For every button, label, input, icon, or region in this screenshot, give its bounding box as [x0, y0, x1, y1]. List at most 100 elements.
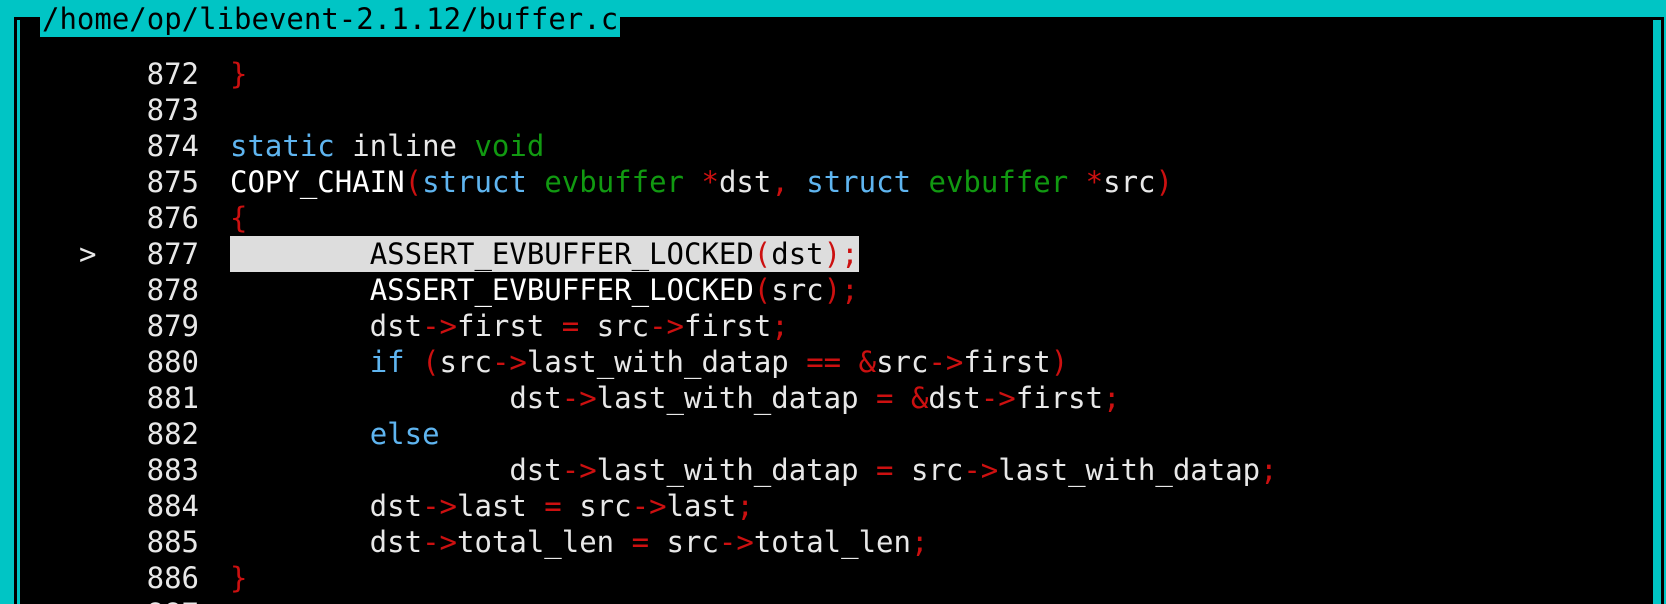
source-line[interactable]: 882 else [44, 416, 1664, 452]
source-text: ASSERT_EVBUFFER_LOCKED(dst); [230, 236, 859, 272]
code-token: ASSERT_EVBUFFER_LOCKED [369, 237, 754, 271]
code-token: & [910, 381, 929, 415]
code-token: evbuffer [928, 165, 1069, 199]
code-token: last [456, 489, 545, 523]
code-token: } [230, 57, 248, 91]
code-token: dst [230, 525, 423, 559]
source-line[interactable]: 884 dst->last = src->last; [44, 488, 1664, 524]
code-token: last_with_datap [526, 345, 807, 379]
source-code[interactable]: 872} 873 874 static inline void 875 COPY_CHAI… [44, 56, 1664, 604]
source-text: } [230, 56, 247, 92]
line-number: 884 [146, 489, 199, 523]
code-token: src [649, 525, 719, 559]
code-token: = [876, 453, 894, 487]
line-number: 877 [146, 237, 199, 271]
code-token: struct [806, 165, 912, 199]
source-line[interactable]: 883 dst->last_with_datap = src->last_wit… [44, 452, 1664, 488]
source-text: dst->first = src->first; [230, 308, 789, 344]
code-token: last_with_datap [998, 453, 1261, 487]
code-token: ( [753, 237, 772, 271]
code-token: ; [910, 525, 929, 559]
source-line[interactable]: 874 static inline void [44, 128, 1664, 164]
source-line[interactable]: 880 if (src->last_with_datap == &src->fi… [44, 344, 1664, 380]
source-line-current[interactable]: >877 ASSERT_EVBUFFER_LOCKED(dst); [44, 236, 1664, 272]
code-token: * [701, 165, 719, 199]
code-token: last [666, 489, 737, 523]
code-token: COPY_CHAIN [230, 165, 405, 199]
code-token: inline [334, 129, 475, 163]
code-token: ; [771, 309, 789, 343]
code-token: ASSERT_EVBUFFER_LOCKED [369, 273, 754, 307]
code-token: src [893, 453, 964, 487]
code-token: -> [649, 309, 684, 343]
source-line[interactable]: 879 dst->first = src->first; [44, 308, 1664, 344]
code-token: src [561, 489, 632, 523]
code-token: -> [422, 309, 457, 343]
source-line[interactable]: 875 COPY_CHAIN(struct evbuffer *dst, stru… [44, 164, 1664, 200]
line-number: 881 [146, 381, 199, 415]
code-token: -> [561, 381, 597, 415]
code-token: first [1015, 381, 1104, 415]
source-line[interactable]: 872} [44, 56, 1664, 92]
code-token: src [579, 309, 650, 343]
code-token: if [369, 345, 405, 379]
code-token: -> [561, 453, 597, 487]
source-line[interactable]: 881 dst->last_with_datap = &dst->first; [44, 380, 1664, 416]
code-token: = [876, 381, 894, 415]
code-token: = [544, 489, 562, 523]
code-token: = [561, 309, 580, 343]
line-number: 887 [144, 596, 199, 604]
code-token: dst [230, 453, 562, 487]
source-line[interactable]: 886} [44, 560, 1664, 596]
line-number: 880 [146, 345, 199, 379]
code-token: static [230, 129, 335, 163]
source-text: COPY_CHAIN(struct evbuffer *dst, struct … [230, 164, 1173, 200]
code-token: ) [1050, 345, 1069, 379]
source-text: static inline void [230, 128, 544, 164]
code-token: src [439, 345, 492, 379]
code-token: void [474, 129, 545, 163]
source-text: dst->last_with_datap = src->last_with_da… [230, 452, 1278, 488]
source-line[interactable]: 876 { [44, 200, 1664, 236]
code-token: * [1085, 165, 1104, 199]
line-number: 873 [146, 93, 199, 127]
source-line[interactable]: 873 [44, 92, 1664, 128]
code-token: total_len [753, 525, 911, 559]
line-number: 886 [146, 561, 199, 595]
code-token: evbuffer [544, 165, 684, 199]
code-token: ; [1260, 453, 1278, 487]
code-token: -> [928, 345, 964, 379]
code-token: -> [422, 489, 457, 523]
source-line[interactable]: 885 dst->total_len = src->total_len; [44, 524, 1664, 560]
code-token: -> [631, 489, 667, 523]
source-line[interactable]: 878 ASSERT_EVBUFFER_LOCKED(src); [44, 272, 1664, 308]
code-token: -> [491, 345, 527, 379]
source-file-title: /home/op/libevent-2.1.12/buffer.c [40, 1, 621, 37]
tui-screen: 872} 873 874 static inline void 875 COPY_CHAI… [0, 0, 1666, 604]
code-token: = [631, 525, 650, 559]
source-window[interactable]: 872} 873 874 static inline void 875 COPY_CHAI… [10, 20, 1663, 604]
source-text: dst->last = src->last; [230, 488, 754, 524]
code-token: first [963, 345, 1051, 379]
source-text: dst->last_with_datap = &dst->first; [230, 380, 1120, 416]
source-line[interactable]: 887 [44, 596, 1664, 604]
line-number: 875 [146, 165, 199, 199]
code-token: dst [718, 165, 772, 199]
source-text: } [230, 560, 247, 596]
line-number: 872 [146, 57, 199, 91]
code-token: ( [753, 273, 772, 307]
line-number: 882 [146, 417, 199, 451]
source-text: else [230, 416, 440, 452]
code-token: last_with_datap [596, 453, 877, 487]
code-token: , [771, 165, 789, 199]
source-text: { [230, 200, 247, 236]
